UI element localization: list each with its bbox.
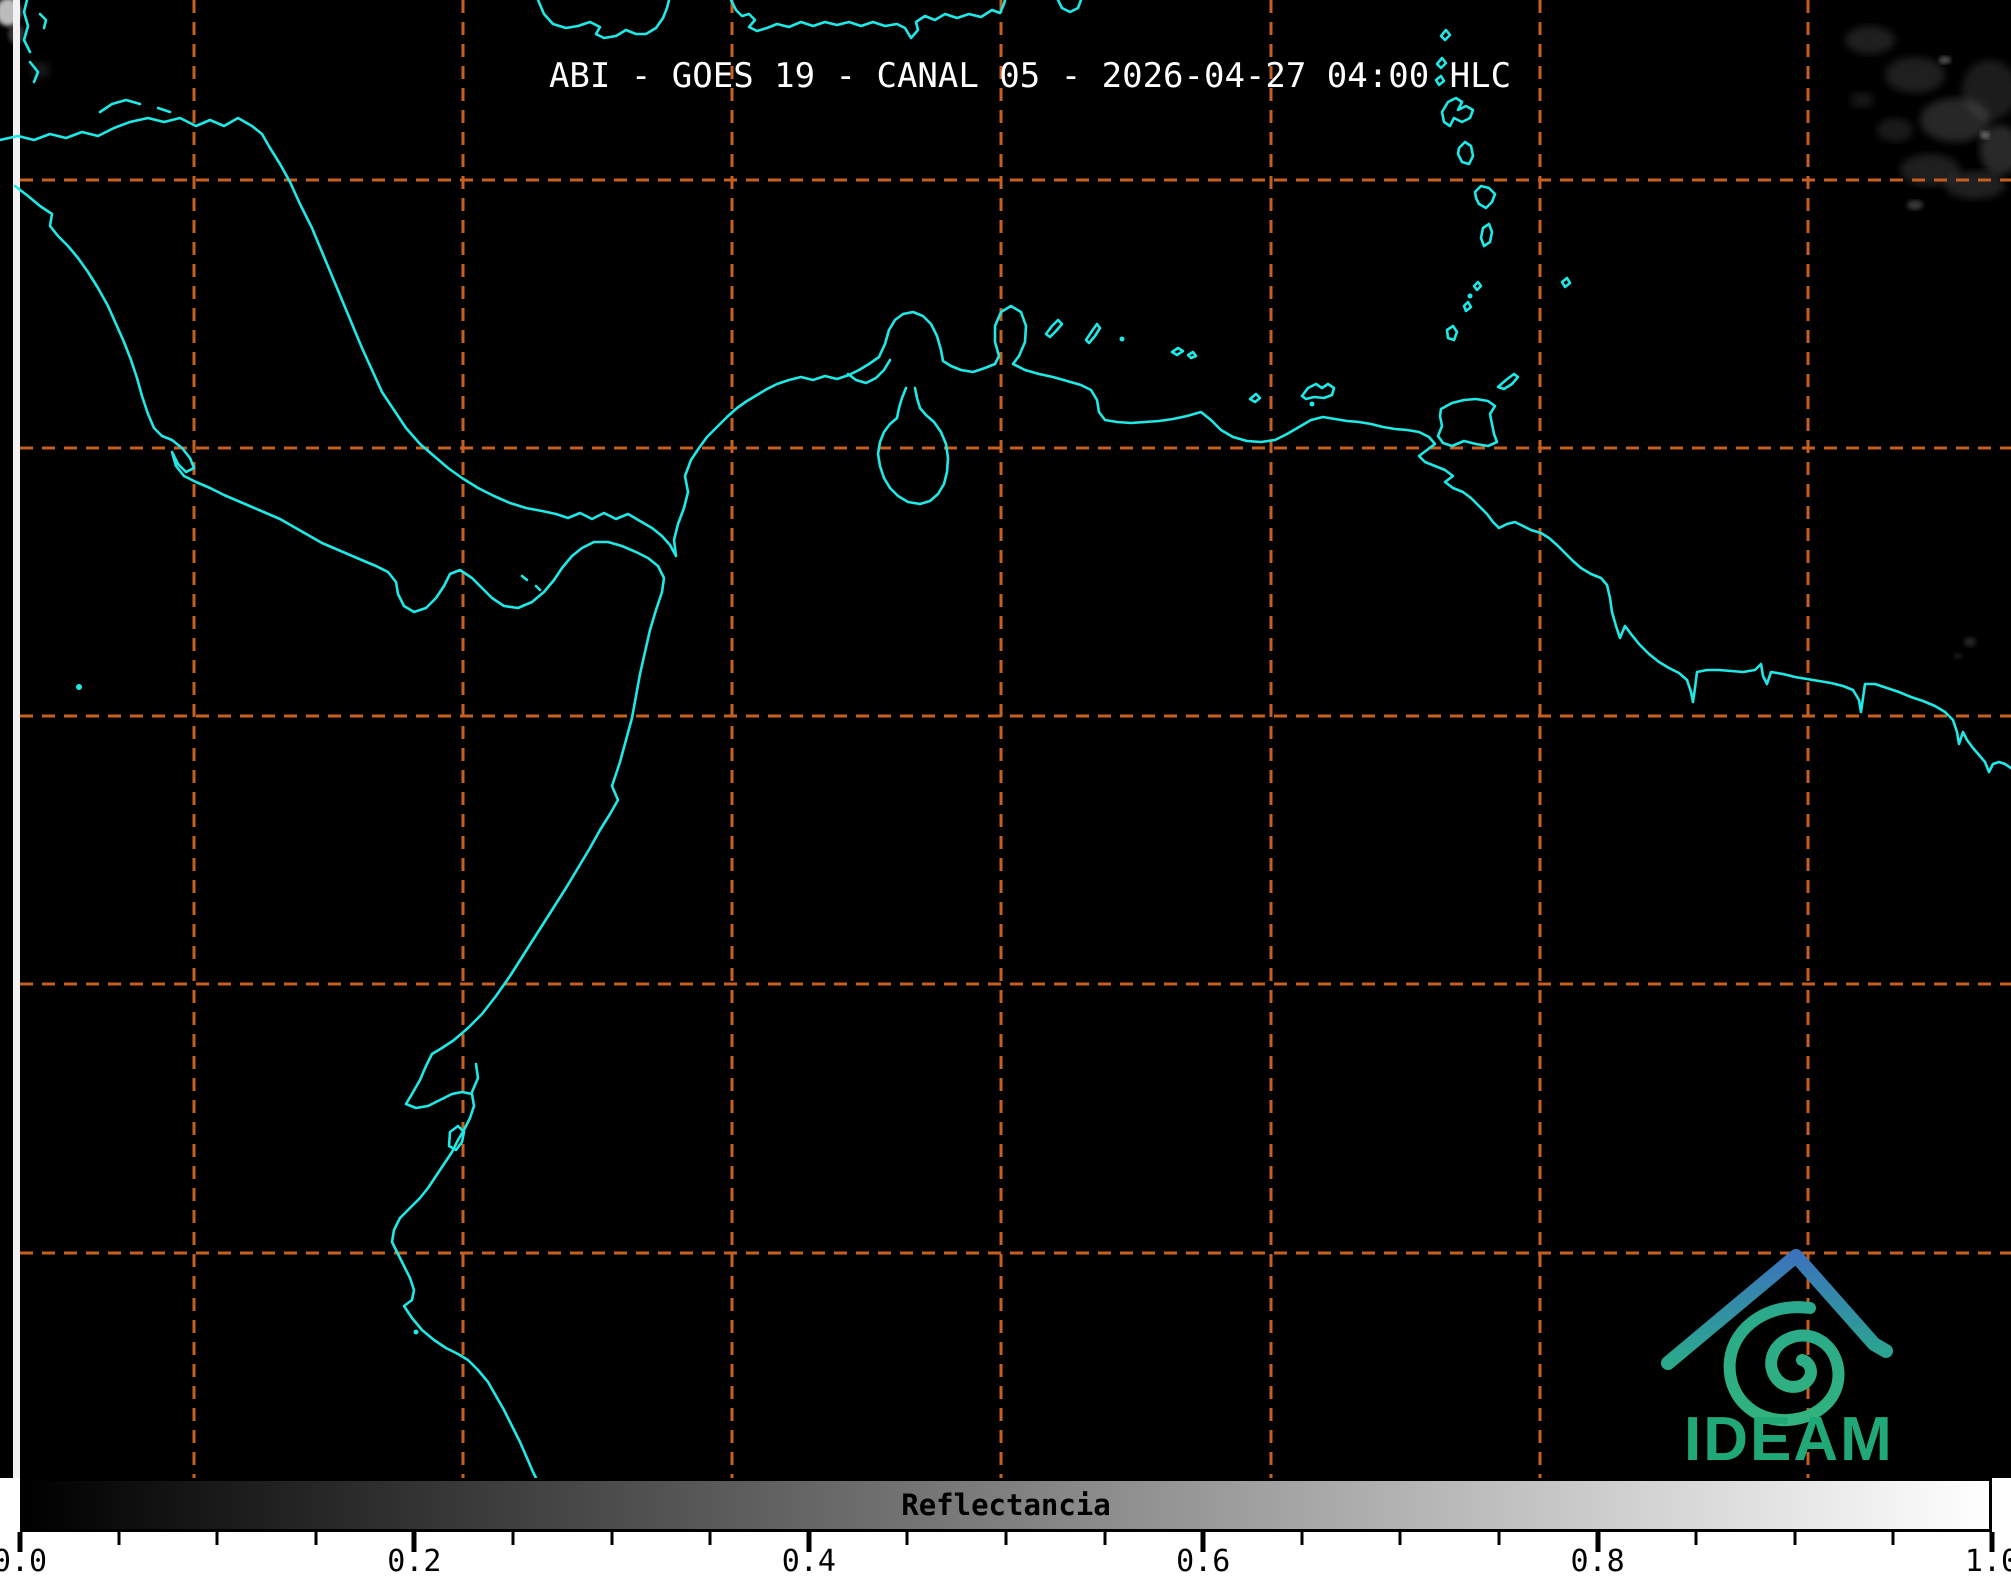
- ideam-logo-text: IDEAM: [1684, 1405, 1894, 1474]
- island-st-lucia: [1479, 222, 1494, 248]
- islet-malpelo: [76, 684, 82, 690]
- coast-pacific-mainland: [13, 184, 666, 1478]
- colorbar-tick-label: 1.0: [1964, 1544, 2011, 1577]
- scan-edge-strip: [13, 0, 20, 1478]
- coast-jamaica: [536, 0, 671, 40]
- colorbar-gradient: Reflectancia: [20, 1478, 1992, 1532]
- coast-fragment-top: [1056, 0, 1083, 14]
- colorbar-minor-tick: [117, 1532, 121, 1545]
- island-grenadines-1: [1472, 280, 1483, 292]
- coast-caribbean-mainland: [0, 116, 2011, 774]
- island-trinidad: [1436, 397, 1499, 448]
- colorbar-tick-label: 0.6: [1176, 1544, 1231, 1577]
- colorbar-minor-tick: [511, 1532, 515, 1545]
- colorbar-label: Reflectancia: [901, 1488, 1111, 1522]
- islet-dot-4: [413, 1329, 419, 1335]
- colorbar-tick-label: 0.0: [0, 1544, 48, 1577]
- island-coche: [1248, 392, 1262, 404]
- colorbar-tick-label: 0.2: [387, 1544, 442, 1577]
- island-pearl-1: [520, 574, 529, 582]
- coast-hispaniola: [729, 0, 1007, 40]
- islet-dot-3: [1467, 293, 1473, 299]
- colorbar-minor-tick: [215, 1532, 219, 1545]
- colorbar-minor-tick: [314, 1532, 318, 1545]
- ideam-logo: IDEAM: [1661, 1249, 1894, 1474]
- island-las-aves-1: [1170, 346, 1185, 357]
- colorbar-minor-tick: [1891, 1532, 1895, 1545]
- island-guadeloupe: [1440, 96, 1475, 128]
- map-area: ABI - GOES 19 - CANAL 05 - 2026-04-27 04…: [0, 0, 2011, 1478]
- island-martinique: [1473, 184, 1497, 210]
- colorbar-tick-label: 0.8: [1570, 1544, 1625, 1577]
- colorbar-minor-tick: [905, 1532, 909, 1545]
- colorbar-minor-tick: [1793, 1532, 1797, 1545]
- island-dominica: [1456, 140, 1475, 166]
- coast-fragment-topleft-2: [38, 12, 48, 30]
- colorbar-minor-tick: [708, 1532, 712, 1545]
- island-curacao: [1044, 318, 1064, 339]
- colorbar-minor-tick: [1300, 1532, 1304, 1545]
- island-barbados: [1560, 276, 1572, 289]
- coast-bay-islands-1: [98, 98, 142, 114]
- islet-dot-2: [1309, 401, 1315, 407]
- logo-hurricane-spiral: [1723, 1301, 1845, 1427]
- colorbar-minor-tick: [1398, 1532, 1402, 1545]
- island-bonaire: [1084, 322, 1102, 345]
- island-grenadines-2: [1462, 300, 1473, 313]
- colorbar-minor-tick: [1694, 1532, 1698, 1545]
- island-grenada: [1445, 324, 1459, 342]
- island-margarita: [1300, 382, 1336, 401]
- coast-lake-maracaibo: [876, 386, 950, 506]
- island-las-aves-2: [1186, 350, 1198, 360]
- island-pearl-2: [534, 584, 542, 592]
- colorbar-minor-tick: [1103, 1532, 1107, 1545]
- islet-dot-1: [1119, 336, 1125, 342]
- coast-bay-islands-2: [156, 106, 172, 114]
- island-antigua: [1439, 28, 1452, 42]
- estuary-guayas: [470, 1062, 480, 1094]
- colorbar-minor-tick: [1004, 1532, 1008, 1545]
- cloud-layer: [0, 0, 2011, 659]
- colorbar-area: Reflectancia 0.0 0.2 0.4 0.6 0.8 1.0: [0, 1478, 2011, 1577]
- colorbar-tick-label: 0.4: [781, 1544, 836, 1577]
- image-title: ABI - GOES 19 - CANAL 05 - 2026-04-27 04…: [548, 56, 1512, 96]
- coast-fragment-topleft-1: [22, 0, 32, 54]
- satellite-image-figure: ABI - GOES 19 - CANAL 05 - 2026-04-27 04…: [0, 0, 2011, 1577]
- colorbar-minor-tick: [1497, 1532, 1501, 1545]
- island-tobago: [1496, 372, 1520, 391]
- colorbar-minor-tick: [610, 1532, 614, 1545]
